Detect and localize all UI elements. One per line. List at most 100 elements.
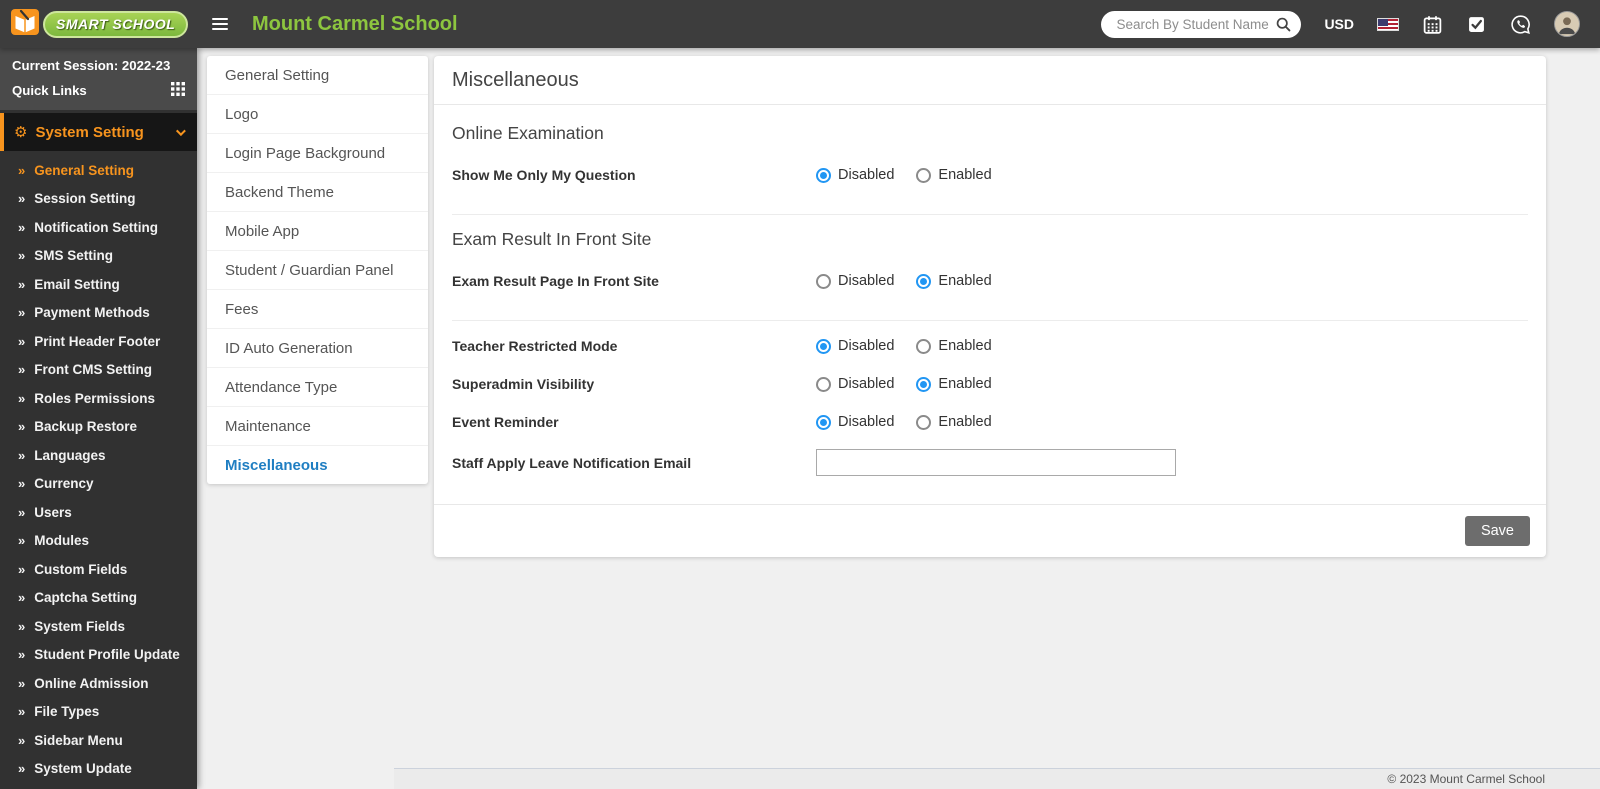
search-icon[interactable] [1275, 16, 1292, 38]
sidebar-item-system-update[interactable]: » System Update [0, 755, 197, 784]
radio-icon[interactable] [816, 414, 831, 430]
sidebar-menu: » General Setting » Session Setting » Notif… [0, 151, 197, 783]
double-chevron-icon: » [18, 504, 26, 520]
radio-icon[interactable] [816, 273, 831, 289]
sidebar-item-modules[interactable]: » Modules [0, 527, 197, 556]
section-online-examination: Online Examination [452, 123, 604, 143]
sidebar-item-languages[interactable]: » Languages [0, 441, 197, 470]
sidebar-item-label: Print Header Footer [34, 333, 161, 349]
sidebar-item-captcha-setting[interactable]: » Captcha Setting [0, 584, 197, 613]
quick-links[interactable]: Quick Links [12, 82, 185, 99]
radio-label: Enabled [938, 338, 992, 354]
radio-icon[interactable] [916, 376, 932, 392]
setting-row-staff-apply-leave-notification-email: Staff Apply Leave Notification Email [452, 449, 1528, 476]
subnav-item-backend-theme[interactable]: Backend Theme [207, 173, 428, 212]
sidebar-item-print-header-footer[interactable]: » Print Header Footer [0, 327, 197, 356]
radio-enabled[interactable]: Enabled [916, 414, 992, 430]
radio-icon[interactable] [816, 167, 831, 183]
user-avatar[interactable] [1554, 11, 1580, 37]
sidebar-item-currency[interactable]: » Currency [0, 470, 197, 499]
radio-label: Enabled [938, 273, 992, 289]
currency-selector[interactable]: USD [1324, 16, 1354, 32]
radio-group: Disabled Enabled [816, 273, 992, 289]
save-button[interactable]: Save [1464, 516, 1530, 546]
hamburger-icon[interactable] [212, 17, 228, 31]
app-logo[interactable]: SMART SCHOOL [0, 7, 197, 42]
radio-disabled[interactable]: Disabled [816, 273, 894, 289]
radio-enabled[interactable]: Enabled [916, 376, 992, 392]
sidebar-item-system-fields[interactable]: » System Fields [0, 612, 197, 641]
subnav-item-general-setting[interactable]: General Setting [207, 56, 428, 95]
sidebar-item-front-cms-setting[interactable]: » Front CMS Setting [0, 356, 197, 385]
sidebar-section-system-setting[interactable]: ⚙ System Setting [0, 113, 197, 151]
sidebar-item-online-admission[interactable]: » Online Admission [0, 669, 197, 698]
subnav-item-mobile-app[interactable]: Mobile App [207, 212, 428, 251]
copyright-text: © 2023 Mount Carmel School [1387, 772, 1545, 786]
sidebar-item-label: Users [34, 504, 72, 520]
sidebar-item-file-types[interactable]: » File Types [0, 698, 197, 727]
sidebar-item-session-setting[interactable]: » Session Setting [0, 185, 197, 214]
sidebar-item-users[interactable]: » Users [0, 498, 197, 527]
subnav-item-id-auto-generation[interactable]: ID Auto Generation [207, 329, 428, 368]
page-footer: © 2023 Mount Carmel School [394, 768, 1600, 789]
radio-icon[interactable] [916, 273, 932, 289]
subnav-item-login-page-background[interactable]: Login Page Background [207, 134, 428, 173]
double-chevron-icon: » [18, 305, 26, 321]
radio-enabled[interactable]: Enabled [916, 167, 992, 183]
subnav-item-maintenance[interactable]: Maintenance [207, 407, 428, 446]
radio-icon[interactable] [816, 338, 831, 354]
sidebar-item-sms-setting[interactable]: » SMS Setting [0, 242, 197, 271]
double-chevron-icon: » [18, 333, 26, 349]
calendar-icon[interactable] [1422, 14, 1443, 35]
task-check-icon[interactable] [1466, 14, 1487, 35]
subnav-item-miscellaneous[interactable]: Miscellaneous [207, 446, 428, 484]
radio-group: Disabled Enabled [816, 167, 992, 183]
double-chevron-icon: » [18, 675, 26, 691]
sidebar-item-general-setting[interactable]: » General Setting [0, 156, 197, 185]
radio-group: Disabled Enabled [816, 338, 992, 354]
radio-icon[interactable] [916, 338, 932, 354]
radio-icon[interactable] [916, 414, 932, 430]
sidebar-item-label: Custom Fields [34, 561, 128, 577]
subnav-item-student-guardian-panel[interactable]: Student / Guardian Panel [207, 251, 428, 290]
sidebar-item-backup-restore[interactable]: » Backup Restore [0, 413, 197, 442]
school-name-title: Mount Carmel School [252, 12, 458, 35]
gears-icon: ⚙ [14, 123, 28, 141]
radio-enabled[interactable]: Enabled [916, 273, 992, 289]
radio-disabled[interactable]: Disabled [816, 338, 894, 354]
radio-enabled[interactable]: Enabled [916, 338, 992, 354]
whatsapp-icon[interactable] [1510, 14, 1531, 35]
chevron-down-icon [175, 125, 186, 136]
sidebar-item-email-setting[interactable]: » Email Setting [0, 270, 197, 299]
setting-label: Staff Apply Leave Notification Email [452, 454, 692, 471]
double-chevron-icon: » [18, 362, 26, 378]
panel-footer: Save [434, 504, 1546, 557]
grid-icon[interactable] [171, 82, 185, 99]
sidebar-item-roles-permissions[interactable]: » Roles Permissions [0, 384, 197, 413]
double-chevron-icon: » [18, 761, 26, 777]
radio-icon[interactable] [916, 167, 932, 183]
subnav-item-logo[interactable]: Logo [207, 95, 428, 134]
double-chevron-icon: » [18, 419, 26, 435]
left-sidebar: Current Session: 2022-23 Quick Links ⚙ S… [0, 48, 197, 789]
subnav-item-fees[interactable]: Fees [207, 290, 428, 329]
radio-disabled[interactable]: Disabled [816, 414, 894, 430]
sidebar-item-payment-methods[interactable]: » Payment Methods [0, 299, 197, 328]
subnav-item-attendance-type[interactable]: Attendance Type [207, 368, 428, 407]
search-input[interactable] [1101, 10, 1302, 38]
radio-disabled[interactable]: Disabled [816, 376, 894, 392]
radio-disabled[interactable]: Disabled [816, 167, 894, 183]
setting-row-superadmin-visibility: Superadmin Visibility Disabled Enabled [452, 373, 1528, 395]
sidebar-item-label: Online Admission [34, 675, 149, 691]
sidebar-item-custom-fields[interactable]: » Custom Fields [0, 555, 197, 584]
sidebar-item-notification-setting[interactable]: » Notification Setting [0, 213, 197, 242]
sidebar-item-student-profile-update[interactable]: » Student Profile Update [0, 641, 197, 670]
setting-row-show-me-only-my-question: Show Me Only My Question Disabled Enable… [452, 164, 1528, 186]
language-flag-icon[interactable] [1377, 17, 1399, 31]
student-search [1101, 10, 1302, 38]
sidebar-item-sidebar-menu[interactable]: » Sidebar Menu [0, 726, 197, 755]
staff-leave-email-input[interactable] [816, 449, 1176, 476]
section-divider [452, 214, 1528, 215]
radio-icon[interactable] [816, 376, 831, 392]
double-chevron-icon: » [18, 162, 26, 178]
